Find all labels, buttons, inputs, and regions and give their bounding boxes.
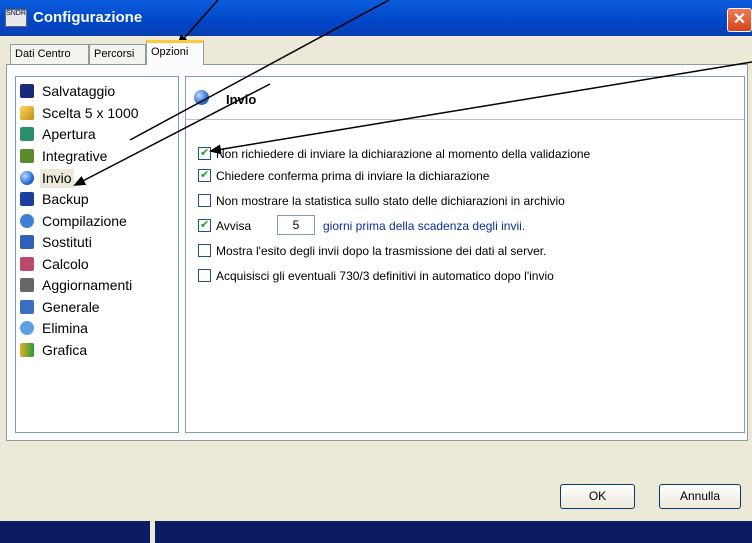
pane-header: Invio	[186, 77, 744, 120]
option-label: Mostra l'esito degli invii dopo la trasm…	[216, 244, 547, 258]
pencil-icon	[20, 106, 34, 120]
compile-icon	[20, 214, 34, 228]
globe-send-icon	[194, 90, 209, 105]
option-label: Non richiedere di inviare la dichiarazio…	[216, 147, 591, 161]
tree-item-label: Elimina	[42, 320, 88, 336]
title-bar[interactable]: SNDR Configurazione ✕	[0, 0, 752, 36]
tree-item-label: Apertura	[42, 126, 96, 142]
close-icon: ✕	[732, 11, 747, 28]
option-label: Non mostrare la statistica sullo stato d…	[216, 194, 565, 208]
status-bar	[0, 521, 752, 543]
updates-icon	[20, 278, 34, 292]
calculator-icon	[20, 257, 34, 271]
checkbox[interactable]	[198, 269, 211, 282]
close-button[interactable]: ✕	[727, 8, 752, 32]
graphics-icon	[20, 343, 34, 357]
pane-title: Invio	[226, 92, 257, 107]
open-icon	[20, 127, 34, 141]
substitutes-icon	[20, 235, 34, 249]
checkbox[interactable]	[198, 167, 211, 183]
tree-item-label: Salvataggio	[42, 83, 116, 99]
window-title: Configurazione	[33, 9, 143, 26]
configuration-window: SNDR Configurazione ✕ Dati Centro Percor…	[0, 0, 752, 543]
status-separator	[150, 521, 155, 543]
tree-item-label: Grafica	[42, 342, 88, 358]
backup-icon	[20, 192, 34, 206]
checkbox[interactable]	[198, 145, 211, 161]
option-suffix: giorni prima della scadenza degli invii.	[323, 219, 526, 233]
app-icon: SNDR	[5, 9, 27, 27]
checkbox[interactable]	[198, 217, 211, 233]
delete-icon	[20, 321, 34, 335]
tree-item-label: Aggiornamenti	[42, 277, 133, 293]
computer-icon	[20, 300, 34, 314]
tree-item-label: Scelta 5 x 1000	[42, 105, 139, 121]
globe-send-icon	[20, 171, 34, 185]
tab-percorsi[interactable]: Percorsi	[89, 44, 146, 64]
option-label: Acquisisci gli eventuali 730/3 definitiv…	[216, 269, 554, 283]
integrative-icon	[20, 149, 34, 163]
checkbox[interactable]	[198, 244, 211, 257]
tree-item-label: Integrative	[42, 148, 108, 164]
tab-dati-centro[interactable]: Dati Centro	[10, 44, 89, 64]
tree-item-label: Backup	[42, 191, 89, 207]
option-label: Chiedere conferma prima di inviare la di…	[216, 169, 490, 183]
checkbox[interactable]	[198, 194, 211, 207]
tree-item-label: Generale	[42, 299, 100, 315]
tree-item-label: Compilazione	[42, 213, 127, 229]
tree-item-label: Invio	[40, 169, 74, 188]
tree-item-label: Sostituti	[42, 234, 92, 250]
category-tree: Salvataggio Scelta 5 x 1000 Apertura Int…	[15, 76, 179, 433]
options-pane: Invio Non richiedere di inviare la dichi…	[185, 76, 745, 433]
save-icon	[20, 84, 34, 98]
cancel-button[interactable]: Annulla	[659, 484, 741, 509]
tree-item-label: Calcolo	[42, 256, 89, 272]
option-label: Avvisa	[216, 219, 252, 233]
ok-button[interactable]: OK	[560, 484, 635, 509]
days-input[interactable]: 5	[277, 215, 315, 235]
tab-opzioni[interactable]: Opzioni	[146, 40, 204, 65]
